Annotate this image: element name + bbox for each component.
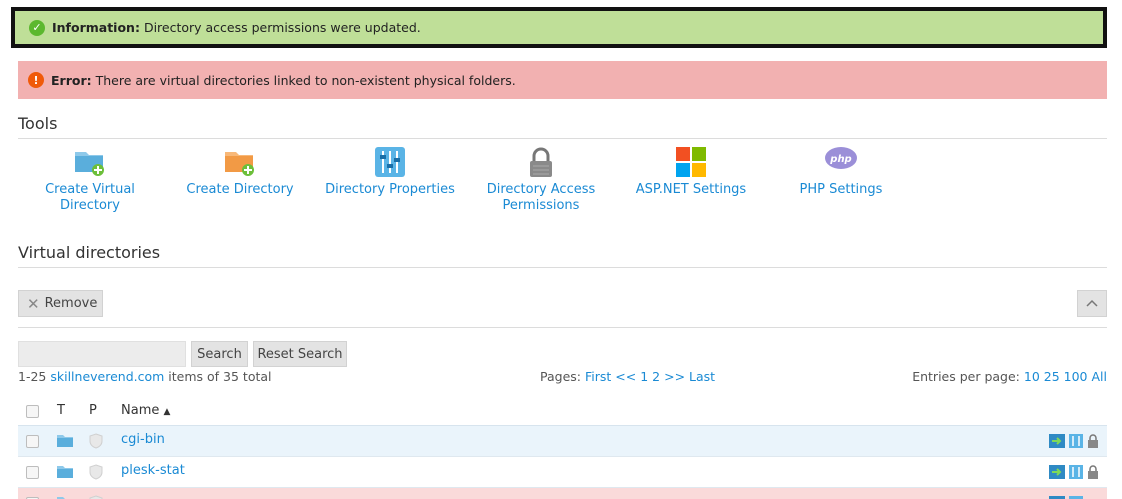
tool-directory-access-permissions[interactable]: Directory Access Permissions: [466, 146, 616, 214]
error-label: Error:: [51, 72, 92, 88]
check-circle-icon: ✓: [29, 19, 45, 36]
properties-icon[interactable]: [1069, 465, 1083, 483]
shield-icon: [89, 495, 103, 499]
page-2-link[interactable]: 2: [652, 369, 660, 384]
table-row: cgi-bin: [18, 426, 1107, 457]
tool-label: Create Directory: [186, 182, 294, 197]
table-row: plesk-stat: [18, 457, 1107, 488]
column-name-label: Name: [121, 403, 160, 418]
search-input[interactable]: [18, 341, 186, 367]
pages-label: Pages:: [540, 369, 581, 384]
row-checkbox[interactable]: [26, 466, 39, 479]
folder-add-icon: [15, 146, 165, 182]
page-first-link[interactable]: First: [585, 369, 611, 384]
collapse-button[interactable]: [1077, 290, 1107, 317]
folder-icon: [57, 465, 73, 482]
lock-small-icon[interactable]: [1087, 434, 1099, 452]
windows-logo-icon: [616, 146, 766, 182]
column-p[interactable]: P: [89, 403, 97, 418]
entries-all-link[interactable]: All: [1092, 369, 1108, 384]
sliders-icon: [315, 146, 465, 182]
table-header: T P Name ▲: [18, 399, 1107, 426]
tool-php-settings[interactable]: php PHP Settings: [766, 146, 916, 198]
row-name-link[interactable]: plesk-stat: [121, 463, 185, 478]
tool-label: Create Virtual Directory: [45, 182, 135, 213]
error-text: There are virtual directories linked to …: [95, 72, 516, 88]
items-summary: 1-25 skillneverend.com items of 35 total: [18, 369, 272, 384]
lock-small-icon[interactable]: [1087, 465, 1099, 483]
tool-create-directory[interactable]: Create Directory: [165, 146, 315, 198]
folder-icon: [57, 434, 73, 451]
tools-heading: Tools: [18, 114, 1107, 139]
tool-label: PHP Settings: [799, 182, 883, 197]
page-1-link[interactable]: 1: [640, 369, 648, 384]
shield-icon: [89, 464, 103, 484]
reset-search-button[interactable]: Reset Search: [253, 341, 347, 367]
php-logo-icon: php: [766, 146, 916, 182]
shield-icon: [89, 433, 103, 453]
page-last-link[interactable]: Last: [689, 369, 715, 384]
pagination: Pages: First << 1 2 >> Last: [540, 369, 715, 384]
entries-100-link[interactable]: 100: [1064, 369, 1088, 384]
virtual-directories-heading: Virtual directories: [18, 243, 1107, 268]
remove-label: Remove: [44, 296, 98, 311]
tool-label: ASP.NET Settings: [635, 182, 747, 197]
folder-add-orange-icon: [165, 146, 315, 182]
page-next-link[interactable]: >>: [664, 369, 685, 384]
entries-per-page: Entries per page: 10 25 100 All: [912, 369, 1107, 384]
column-t[interactable]: T: [57, 403, 65, 418]
range-text: 1-25: [18, 369, 47, 384]
items-total-text: items of 35 total: [168, 369, 272, 384]
domain-link[interactable]: skillneverend.com: [50, 369, 164, 384]
info-text: Directory access permissions were update…: [143, 20, 421, 35]
remove-button[interactable]: ✕ Remove: [18, 290, 103, 317]
lock-icon: [466, 146, 616, 182]
page-prev-link[interactable]: <<: [615, 369, 636, 384]
entries-25-link[interactable]: 25: [1044, 369, 1060, 384]
info-message: ✓ Information: Directory access permissi…: [11, 7, 1107, 48]
move-icon[interactable]: [1049, 434, 1065, 452]
tool-label: Directory Properties: [325, 182, 455, 197]
row-name-link[interactable]: cgi-bin: [121, 432, 165, 447]
error-message: ! Error: There are virtual directories l…: [18, 61, 1107, 99]
entries-10-link[interactable]: 10: [1024, 369, 1040, 384]
column-name[interactable]: Name ▲: [121, 403, 170, 418]
row-checkbox[interactable]: [26, 435, 39, 448]
tool-directory-properties[interactable]: Directory Properties: [315, 146, 465, 198]
svg-text:php: php: [829, 154, 851, 165]
tool-label: Directory Access Permissions: [486, 182, 596, 213]
properties-icon[interactable]: [1069, 434, 1083, 452]
tool-create-virtual-directory[interactable]: Create Virtual Directory: [15, 146, 165, 214]
search-button[interactable]: Search: [191, 341, 248, 367]
select-all-checkbox[interactable]: [26, 405, 39, 418]
tool-aspnet-settings[interactable]: ASP.NET Settings: [616, 146, 766, 198]
exclamation-circle-icon: !: [28, 72, 44, 88]
sort-asc-icon: ▲: [163, 407, 171, 417]
row-actions: [1049, 434, 1099, 452]
info-label: Information:: [52, 20, 140, 35]
move-icon[interactable]: [1049, 465, 1065, 483]
table-row: [18, 488, 1107, 499]
entries-label: Entries per page:: [912, 369, 1020, 384]
remove-x-icon: ✕: [27, 294, 40, 313]
divider: [18, 327, 1107, 328]
row-actions: [1049, 465, 1099, 483]
chevron-up-icon: [1086, 296, 1098, 311]
